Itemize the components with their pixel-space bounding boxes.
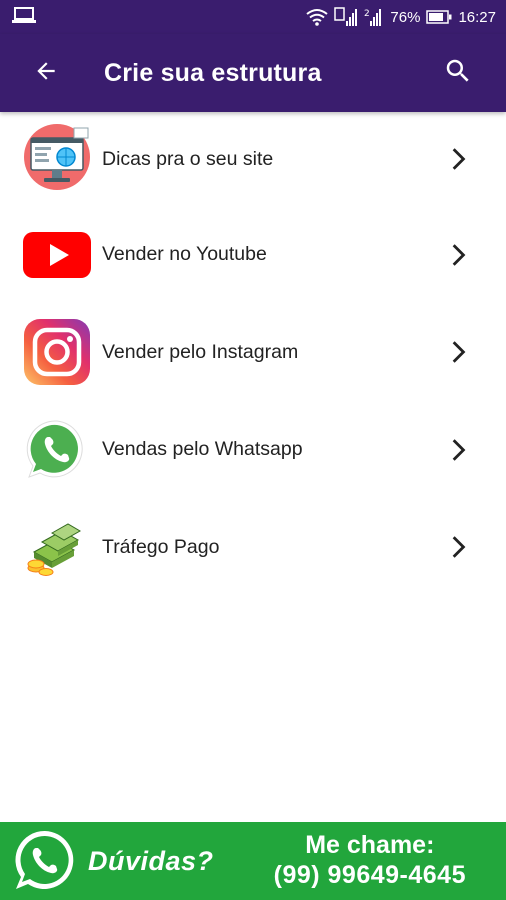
chevron-right-icon	[438, 527, 478, 567]
youtube-icon	[22, 220, 92, 290]
footer-question: Dúvidas?	[88, 845, 214, 876]
chevron-right-icon	[438, 139, 478, 179]
laptop-icon	[12, 6, 36, 28]
chevron-right-icon	[438, 235, 478, 275]
website-monitor-icon	[22, 124, 92, 194]
arrow-back-icon	[33, 58, 59, 89]
footer-call-me: Me chame:	[305, 831, 435, 859]
footer-contact: Me chame: (99) 99649-4645	[274, 831, 466, 891]
whatsapp-contact-banner[interactable]: Dúvidas? Me chame: (99) 99649-4645	[0, 822, 506, 900]
search-button[interactable]	[430, 45, 486, 101]
wifi-icon	[306, 8, 329, 26]
whatsapp-icon	[22, 415, 92, 485]
chevron-right-icon	[438, 332, 478, 372]
list-item-trafego-pago[interactable]: Tráfego Pago	[0, 499, 506, 597]
list-item-label: Dicas pra o seu site	[102, 147, 274, 170]
list-item-whatsapp[interactable]: Vendas pelo Whatsapp	[0, 401, 506, 499]
list-item-label: Tráfego Pago	[102, 535, 220, 558]
sim2-signal-icon: 2	[364, 7, 384, 27]
whatsapp-icon	[12, 828, 78, 894]
list-item-label: Vendas pelo Whatsapp	[102, 438, 303, 461]
footer-phone: (99) 99649-4645	[273, 861, 466, 889]
chevron-right-icon	[438, 430, 478, 470]
battery-icon	[426, 10, 452, 24]
instagram-icon	[22, 317, 92, 387]
page-title: Crie sua estrutura	[104, 58, 322, 87]
sim1-signal-icon	[334, 7, 358, 27]
search-icon	[443, 56, 473, 91]
menu-list: Dicas pra o seu site Vender no Youtube V…	[0, 112, 506, 596]
status-left	[12, 6, 36, 28]
list-item-label: Vender no Youtube	[102, 243, 267, 266]
list-item-instagram[interactable]: Vender pelo Instagram	[0, 304, 506, 402]
battery-text: 76%	[390, 8, 421, 26]
back-button[interactable]	[18, 45, 74, 101]
list-item-dicas-site[interactable]: Dicas pra o seu site	[0, 112, 506, 206]
clock: 16:27	[458, 8, 496, 26]
list-item-youtube[interactable]: Vender no Youtube	[0, 206, 506, 304]
status-right: 2 76% 16:27	[306, 7, 496, 27]
app-bar: Crie sua estrutura	[0, 34, 506, 112]
money-stack-icon	[22, 512, 92, 582]
status-bar: 2 76% 16:27	[0, 0, 506, 34]
svg-text:2: 2	[364, 9, 370, 19]
list-item-label: Vender pelo Instagram	[102, 340, 299, 363]
